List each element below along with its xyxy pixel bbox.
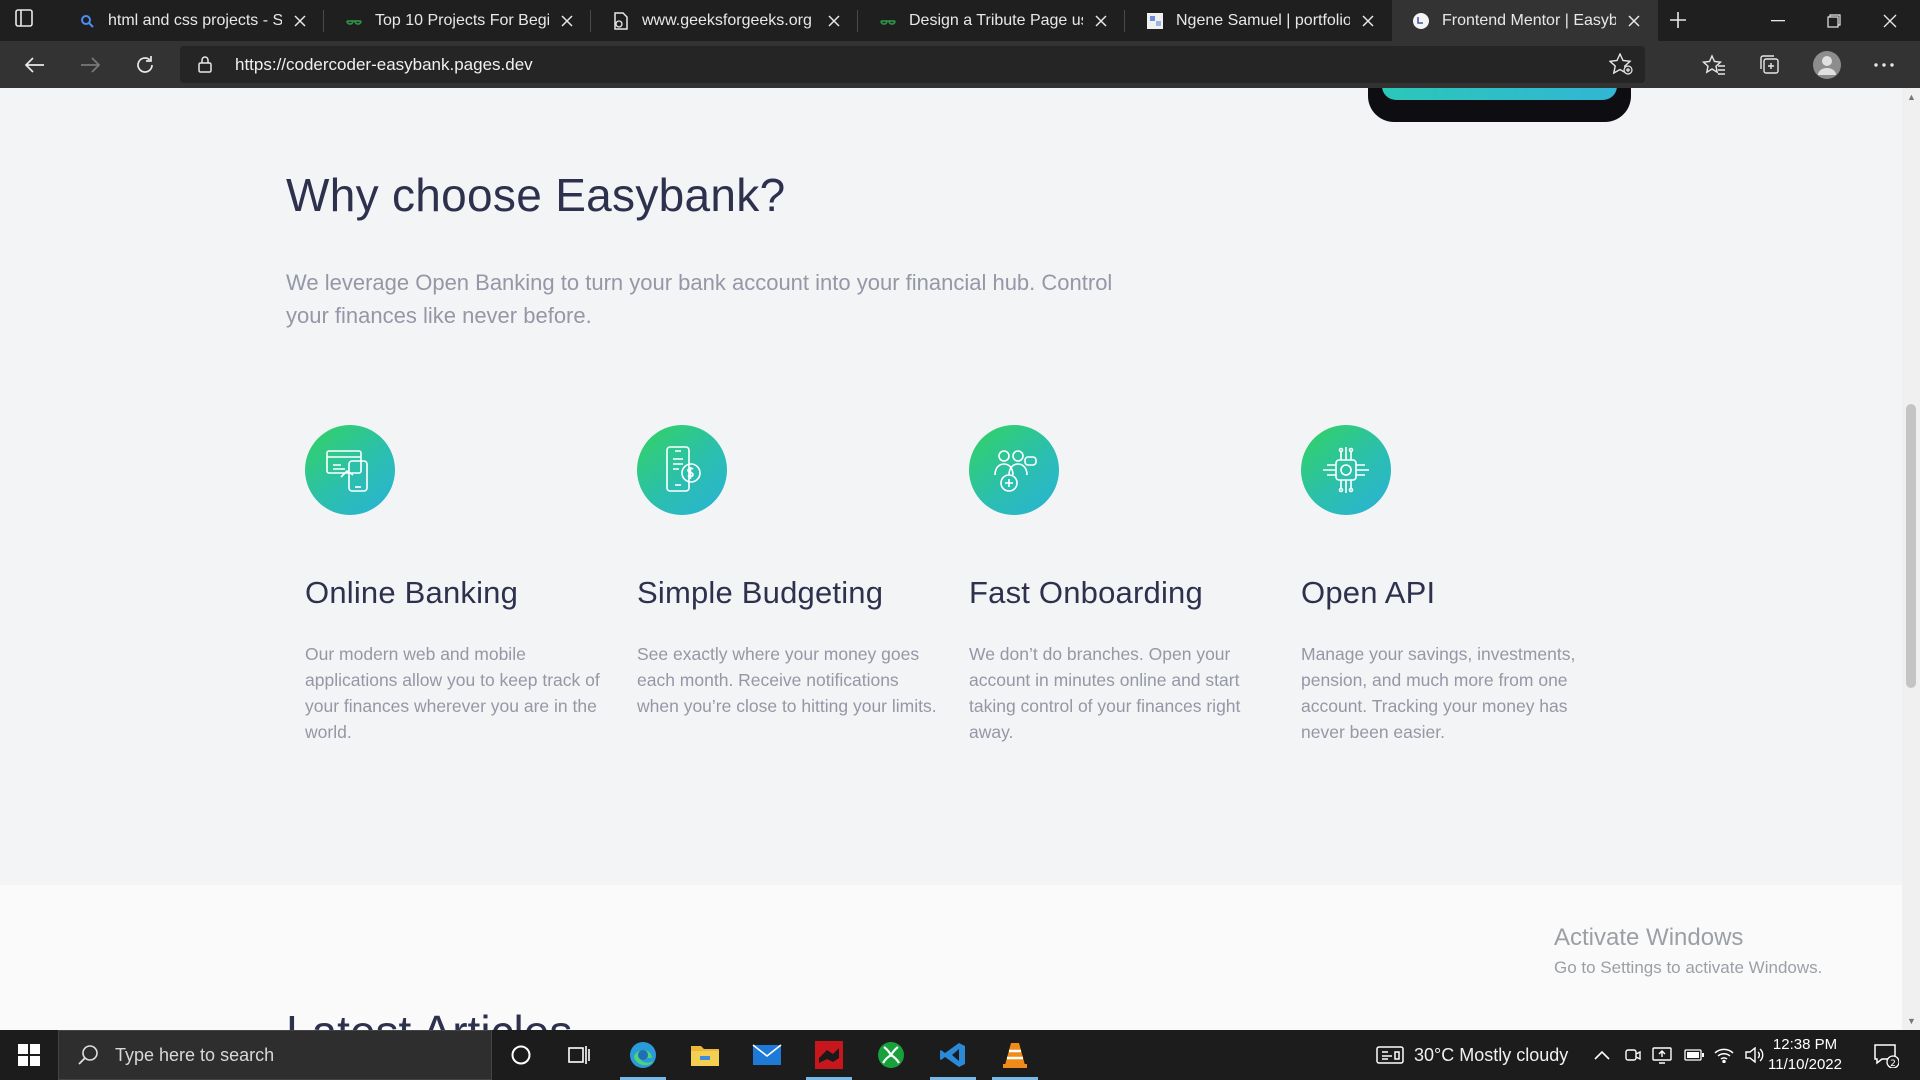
close-tab-icon[interactable]: [822, 9, 846, 33]
show-hidden-icons-chevron-icon[interactable]: [1594, 1030, 1610, 1080]
gfg-logo-icon: [879, 12, 897, 30]
wifi-icon[interactable]: [1714, 1030, 1734, 1080]
section-subtitle: We leverage Open Banking to turn your ba…: [286, 270, 1113, 328]
system-clock[interactable]: 12:38 PM 11/10/2022: [1765, 1035, 1845, 1075]
tab-title: www.geeksforgeeks.org: [642, 11, 812, 29]
frontend-mentor-icon: [1412, 12, 1430, 30]
weather-icon: [1376, 1044, 1404, 1066]
search-placeholder: Type here to search: [115, 1044, 275, 1065]
close-tab-icon[interactable]: [1356, 9, 1380, 33]
profile-avatar-icon[interactable]: [1811, 49, 1843, 81]
browser-toolbar: https://codercoder-easybank.pages.dev: [0, 41, 1920, 88]
browser-tab[interactable]: Ngene Samuel | portfolio: [1126, 0, 1392, 41]
clock-date: 11/10/2022: [1768, 1056, 1842, 1073]
scroll-down-icon[interactable]: ▼: [1907, 1016, 1916, 1026]
taskbar-search-box[interactable]: Type here to search: [58, 1030, 492, 1080]
screen-connect-icon[interactable]: [1652, 1030, 1672, 1080]
feature-title: Open API: [1301, 575, 1436, 610]
tab-title: Ngene Samuel | portfolio: [1176, 11, 1350, 29]
mail-icon[interactable]: [738, 1030, 796, 1080]
more-options-icon[interactable]: [1868, 49, 1900, 81]
notification-count: 2: [1890, 1059, 1896, 1068]
url-text[interactable]: https://codercoder-easybank.pages.dev: [235, 55, 533, 75]
lock-icon[interactable]: [198, 55, 212, 78]
red-app-icon[interactable]: [800, 1030, 858, 1080]
scroll-up-icon[interactable]: ▲: [1907, 92, 1916, 102]
weather-text: 30°C Mostly cloudy: [1414, 1044, 1569, 1065]
page-viewport: Why choose Easybank? We leverage Open Ba…: [0, 88, 1902, 1030]
forward-arrow-icon[interactable]: [74, 49, 106, 81]
clock-time: 12:38 PM: [1772, 1036, 1838, 1053]
watermark-line: Activate Windows: [1554, 924, 1744, 951]
address-bar[interactable]: https://codercoder-easybank.pages.dev: [180, 46, 1645, 83]
tab-title: Design a Tribute Page using: [909, 11, 1083, 29]
close-window-icon[interactable]: [1862, 0, 1918, 41]
articles-title: Latest Articles: [286, 1005, 572, 1030]
feature-card: Online Banking Our modern web and mobile…: [305, 425, 605, 745]
xbox-icon[interactable]: [862, 1030, 920, 1080]
browser-tab[interactable]: Top 10 Projects For Beginne: [325, 0, 591, 41]
refresh-icon[interactable]: [129, 49, 161, 81]
notifications-icon[interactable]: 2: [1866, 1030, 1906, 1080]
page-document-icon: [612, 11, 630, 30]
windows-taskbar: Type here to search 30°C Mostly cloudy 1…: [0, 1030, 1920, 1080]
feature-title: Online Banking: [305, 575, 519, 610]
file-explorer-icon[interactable]: [676, 1030, 734, 1080]
browser-tab[interactable]: Design a Tribute Page using: [859, 0, 1125, 41]
section-title: Why choose Easybank?: [286, 169, 786, 221]
cortana-icon[interactable]: [492, 1030, 550, 1080]
close-tab-icon[interactable]: [288, 9, 312, 33]
activate-windows-watermark: Activate Windows Go to Settings to activ…: [1554, 924, 1822, 978]
volume-icon[interactable]: [1744, 1030, 1764, 1080]
close-tab-icon[interactable]: [1622, 9, 1646, 33]
onboarding-icon: [969, 425, 1059, 515]
watermark-line: Go to Settings to activate Windows.: [1554, 958, 1823, 977]
vscode-icon[interactable]: [924, 1030, 982, 1080]
battery-icon[interactable]: [1684, 1030, 1704, 1080]
minimize-icon[interactable]: [1750, 0, 1806, 41]
feature-text: See exactly where your money goes each m…: [637, 644, 937, 716]
feature-title: Fast Onboarding: [969, 575, 1203, 610]
tab-actions-icon[interactable]: [14, 8, 46, 32]
feature-text: We don’t do branches. Open your account …: [969, 644, 1241, 742]
online-banking-icon: [305, 425, 395, 515]
portfolio-favicon-icon: [1146, 12, 1164, 30]
close-tab-icon[interactable]: [1089, 9, 1113, 33]
windows-start-icon[interactable]: [0, 1030, 58, 1080]
add-favorite-icon[interactable]: [1608, 52, 1633, 80]
close-tab-icon[interactable]: [555, 9, 579, 33]
phone-mockup-image: [1368, 88, 1631, 122]
edge-browser-icon[interactable]: [614, 1030, 672, 1080]
feature-card: Open API Manage your savings, investment…: [1301, 425, 1601, 745]
tab-title: Frontend Mentor | Easybanl: [1442, 11, 1616, 29]
vlc-icon[interactable]: [986, 1030, 1044, 1080]
feature-card: Simple Budgeting See exactly where your …: [637, 425, 937, 719]
gfg-logo-icon: [345, 12, 363, 30]
weather-widget[interactable]: 30°C Mostly cloudy: [1376, 1030, 1568, 1080]
back-arrow-icon[interactable]: [19, 49, 51, 81]
search-icon: [77, 1044, 99, 1066]
collections-icon[interactable]: [1754, 49, 1786, 81]
search-icon: [78, 12, 96, 30]
feature-title: Simple Budgeting: [637, 575, 884, 610]
browser-tab[interactable]: www.geeksforgeeks.org: [592, 0, 858, 41]
browser-tab[interactable]: html and css projects - Sear: [58, 0, 324, 41]
restore-icon[interactable]: [1806, 0, 1862, 41]
page-scrollbar[interactable]: ▲ ▼: [1902, 88, 1920, 1030]
feature-card: Fast Onboarding We don’t do branches. Op…: [969, 425, 1269, 745]
new-tab-button[interactable]: [1662, 6, 1694, 34]
task-view-icon[interactable]: [550, 1030, 608, 1080]
tab-bar: html and css projects - Sear Top 10 Proj…: [0, 0, 1920, 41]
api-icon: [1301, 425, 1391, 515]
feature-text: Our modern web and mobile applications a…: [305, 644, 600, 742]
feature-text: Manage your savings, investments, pensio…: [1301, 644, 1576, 742]
tab-title: Top 10 Projects For Beginne: [375, 11, 549, 29]
budgeting-icon: [637, 425, 727, 515]
browser-tab-active[interactable]: Frontend Mentor | Easybanl: [1392, 0, 1658, 41]
favorites-icon[interactable]: [1698, 49, 1730, 81]
scrollbar-thumb[interactable]: [1906, 404, 1916, 688]
meet-now-icon[interactable]: [1624, 1030, 1642, 1080]
tab-title: html and css projects - Sear: [108, 11, 282, 29]
